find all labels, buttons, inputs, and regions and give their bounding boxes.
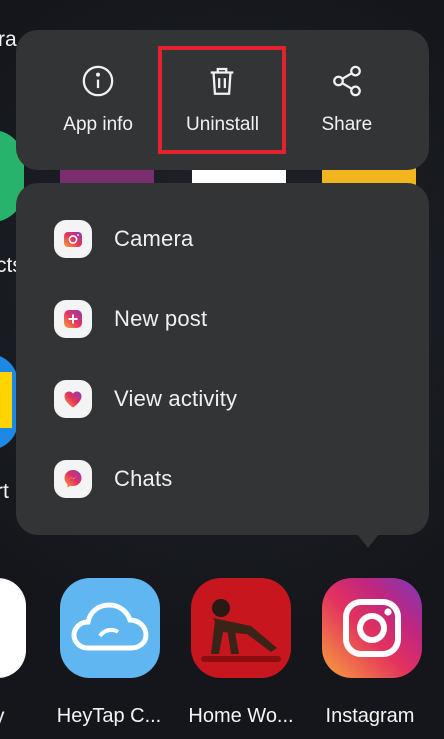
- uninstall-label: Uninstall: [186, 114, 259, 135]
- shortcut-view-activity[interactable]: View activity: [16, 359, 429, 439]
- shortcut-chats-label: Chats: [114, 466, 173, 491]
- home-workout-app[interactable]: [191, 578, 291, 678]
- uninstall-button[interactable]: Uninstall: [158, 46, 287, 154]
- shortcut-new-post[interactable]: New post: [16, 279, 429, 359]
- home-workout-label: Home Wo...: [188, 705, 294, 727]
- trash-icon: [211, 67, 234, 95]
- messenger-icon: [54, 460, 92, 498]
- share-icon: [332, 65, 361, 97]
- home-screen: ra cts rt y App info Uninstall: [0, 0, 444, 739]
- app-info-label: App info: [63, 114, 134, 135]
- heart-icon: [54, 380, 92, 418]
- share-button[interactable]: Share: [287, 50, 407, 150]
- menu-pointer: [357, 534, 379, 548]
- heytap-cloud-icon: [71, 602, 149, 651]
- new-post-icon: [54, 300, 92, 338]
- app-info-button[interactable]: App info: [38, 50, 158, 150]
- app-shortcuts-menu: Camera New post View activity Chats: [16, 183, 429, 535]
- shortcut-camera-label: Camera: [114, 226, 194, 251]
- background-app-label: y: [0, 705, 5, 729]
- instagram-icon: [343, 599, 401, 657]
- camera-icon: [54, 220, 92, 258]
- share-label: Share: [321, 114, 373, 135]
- heytap-cloud-app[interactable]: [60, 578, 160, 678]
- shortcut-chats[interactable]: Chats: [16, 439, 429, 519]
- instagram-label: Instagram: [325, 705, 415, 727]
- shortcut-view-activity-label: View activity: [114, 386, 238, 411]
- app-actions-card: App info Uninstall Share: [16, 30, 429, 170]
- background-app-icon-detail: [0, 372, 12, 428]
- instagram-app[interactable]: [322, 578, 422, 678]
- background-app-icon[interactable]: [0, 578, 26, 678]
- shortcut-camera[interactable]: Camera: [16, 199, 429, 279]
- background-app-label: rt: [0, 480, 9, 503]
- heytap-cloud-label: HeyTap C...: [56, 705, 162, 727]
- home-workout-icon: [201, 599, 281, 662]
- info-icon: [82, 65, 114, 97]
- shortcut-new-post-label: New post: [114, 306, 208, 331]
- background-app-label: ra: [0, 28, 17, 51]
